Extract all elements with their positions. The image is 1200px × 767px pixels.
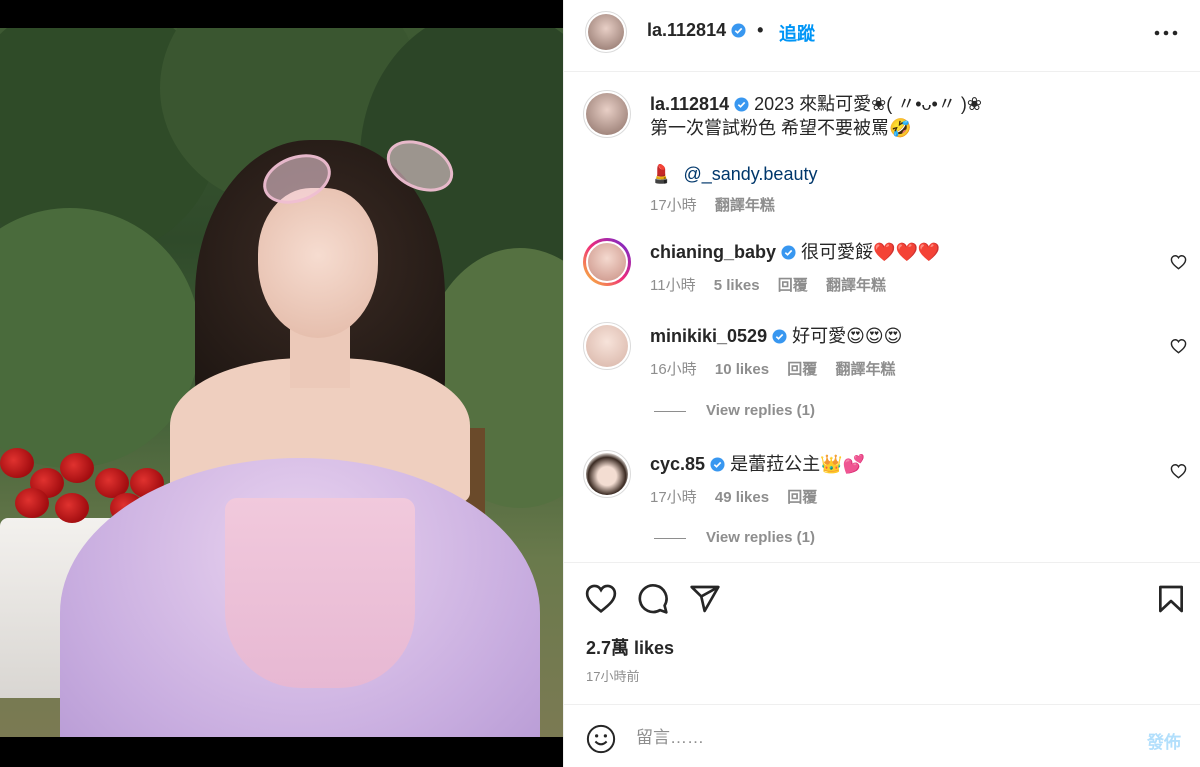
reply-button[interactable]: 回覆 (778, 277, 808, 294)
heart-icon[interactable] (1170, 338, 1187, 354)
commenter-username[interactable]: cyc.85 (650, 454, 705, 474)
caption-time: 17小時 (650, 197, 697, 214)
view-replies-button[interactable]: View replies (1) (654, 529, 815, 546)
comment-text: 是蕾菈公主👑💕 (730, 454, 865, 474)
caption-username[interactable]: la.112814 (650, 94, 729, 114)
commenter-username[interactable]: chianing_baby (650, 242, 776, 262)
heart-icon[interactable] (1170, 254, 1187, 270)
post-photo[interactable] (0, 28, 563, 737)
comment-likes[interactable]: 5 likes (714, 277, 760, 294)
commenter-username[interactable]: minikiki_0529 (650, 326, 767, 346)
comment-likes[interactable]: 49 likes (715, 489, 769, 506)
red-rose (55, 493, 89, 523)
reply-button[interactable]: 回覆 (787, 489, 817, 506)
comment-time: 16小時 (650, 361, 697, 378)
caption-text-line2: 第一次嘗試粉色 希望不要被罵🤣 (650, 118, 912, 138)
caption-text-line1: 2023 來點可愛❀( 〃•ᴗ•〃 )❀ (754, 94, 982, 114)
view-replies-label: View replies (1) (706, 402, 815, 419)
post-timestamp: 17小時前 (586, 669, 640, 684)
verified-icon (772, 329, 787, 344)
commenter-avatar[interactable] (583, 238, 631, 286)
reply-button[interactable]: 回覆 (787, 361, 817, 378)
commenter-avatar[interactable] (583, 322, 631, 370)
subject-face (258, 188, 378, 338)
view-replies-button[interactable]: View replies (1) (654, 402, 815, 419)
translate-link[interactable]: 翻譯年糕 (835, 361, 895, 378)
emoji-icon[interactable] (586, 724, 616, 754)
heart-icon[interactable] (1170, 463, 1187, 479)
view-replies-label: View replies (1) (706, 529, 815, 546)
lipstick-emoji: 💄 (650, 164, 673, 184)
heart-icon[interactable] (585, 583, 617, 615)
post-comment-button[interactable]: 發佈 (1147, 728, 1181, 753)
verified-icon (731, 23, 746, 38)
dress-bodice (225, 498, 415, 688)
comment-likes[interactable]: 10 likes (715, 361, 769, 378)
verified-icon (781, 245, 796, 260)
verified-icon (710, 457, 725, 472)
post-actions: 2.7萬 likes 17小時前 (564, 562, 1200, 704)
verified-icon (734, 97, 749, 112)
follow-button[interactable]: 追蹤 (779, 20, 815, 46)
mention-link[interactable]: @_sandy.beauty (683, 164, 817, 184)
author-avatar[interactable] (583, 90, 631, 138)
share-icon[interactable] (689, 583, 721, 615)
comment-time: 11小時 (650, 277, 696, 294)
author-avatar[interactable] (585, 11, 627, 53)
comment-text: 好可愛😍😍😍 (792, 326, 903, 346)
more-icon[interactable] (1154, 30, 1178, 36)
red-rose (60, 453, 94, 483)
red-rose (15, 488, 49, 518)
post-header: la.112814 • 追蹤 (564, 0, 1200, 72)
comment-time: 17小時 (650, 489, 697, 506)
replies-divider (654, 410, 686, 412)
translate-link[interactable]: 翻譯年糕 (826, 277, 886, 294)
author-username[interactable]: la.112814 • (647, 20, 763, 41)
comment-icon[interactable] (637, 583, 669, 615)
post-photo-panel (0, 0, 563, 767)
post-side-panel: la.112814 • 追蹤 la.112814 2023 來點可愛❀( 〃•ᴗ… (563, 0, 1200, 767)
comment-box: 發佈 (564, 704, 1200, 767)
comment-text: 很可愛餒❤️❤️❤️ (801, 242, 941, 262)
replies-divider (654, 537, 686, 539)
red-rose (0, 448, 34, 478)
translate-link[interactable]: 翻譯年糕 (715, 197, 775, 214)
bookmark-icon[interactable] (1155, 583, 1187, 615)
comment-input[interactable] (636, 723, 1116, 753)
like-count[interactable]: 2.7萬 likes (586, 634, 674, 660)
commenter-avatar[interactable] (583, 450, 631, 498)
